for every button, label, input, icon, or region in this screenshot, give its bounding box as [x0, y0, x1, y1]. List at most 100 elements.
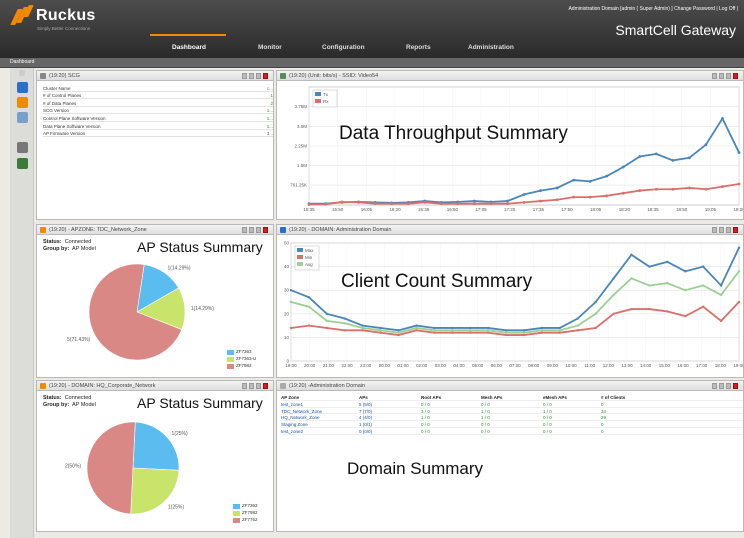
data-point [489, 202, 493, 206]
column-header[interactable]: Root APs [421, 395, 441, 400]
slice-label: 2(50%) [65, 463, 81, 469]
data-point [504, 331, 508, 334]
data-point [324, 202, 327, 206]
settings-icon[interactable] [726, 227, 731, 233]
settings-icon[interactable] [256, 227, 261, 233]
data-point [415, 329, 418, 332]
minimize-icon[interactable] [712, 383, 717, 389]
close-icon[interactable] [263, 227, 268, 233]
close-icon[interactable] [263, 73, 268, 79]
data-point [522, 329, 526, 332]
column-header[interactable]: Mesh APs [481, 395, 502, 400]
zone-link[interactable]: Staging Zone [281, 422, 308, 427]
column-header[interactable]: eMesh APs [543, 395, 567, 400]
minimize-icon[interactable] [242, 73, 247, 79]
zone-link[interactable]: HQ_Network_Zone [281, 415, 320, 420]
legend-swatch [233, 518, 240, 523]
panel-title-bar[interactable]: (19:20) -Administration Domain [277, 381, 743, 391]
data-point [522, 200, 526, 204]
info-value: 1... [266, 108, 273, 114]
minimize-icon[interactable] [242, 383, 247, 389]
data-point [572, 178, 576, 182]
column-header[interactable]: # of Clients [601, 395, 625, 400]
x-tick-label: 18:05 [590, 207, 602, 212]
data-point [737, 246, 741, 249]
column-header[interactable]: APs [359, 395, 368, 400]
settings-icon[interactable] [256, 73, 261, 79]
data-point [397, 331, 400, 334]
data-point [737, 270, 741, 273]
panel-title-bar[interactable]: (19:20) - APZONE: TDC_Network_Zone [37, 225, 273, 235]
status-value: Connected [64, 395, 92, 401]
refresh-icon[interactable] [719, 73, 724, 79]
zone-link[interactable]: test_zone1 [281, 402, 303, 407]
tab-configuration[interactable]: Configuration [322, 44, 365, 51]
refresh-icon[interactable] [719, 227, 724, 233]
legend-swatch [227, 364, 234, 369]
table-cell: 29 [601, 415, 607, 421]
data-point [486, 326, 490, 330]
chart-legend: Tx Rx [312, 89, 338, 108]
panel-title-bar[interactable]: (19:20) - DOMAIN: HQ_Corporate_Network [37, 381, 273, 391]
table-row[interactable]: TDC_Network_Zone 7 (7/0) 3 / 0 1 / 0 1 / 0 34 [281, 408, 743, 415]
settings-icon[interactable] [726, 383, 731, 389]
status-value: Connected [64, 239, 92, 245]
settings-icon[interactable] [256, 383, 261, 389]
data-point [506, 199, 509, 203]
chart-widget-icon[interactable] [17, 112, 28, 123]
column-header[interactable]: AP Zone [281, 395, 299, 400]
legend-item: ZF7982 [233, 510, 258, 517]
legend-item: ZF7363 [227, 349, 256, 356]
zone-link[interactable]: test_zone2 [281, 429, 303, 434]
table-cell: 1 (0/1) [359, 422, 373, 428]
minimize-icon[interactable] [712, 73, 717, 79]
panel-title-bar[interactable]: (19:20) (Unit: bits/s) - SSID: Video54 [277, 71, 743, 81]
data-point [307, 305, 311, 308]
client-count-panel: (19:20) - DOMAIN: Administration Domain … [276, 224, 744, 378]
ap-status-overlay-label: AP Status Summary [137, 239, 263, 255]
minimize-icon[interactable] [712, 227, 717, 233]
close-icon[interactable] [733, 227, 738, 233]
rss-widget-icon[interactable] [17, 97, 28, 108]
settings-icon[interactable] [726, 73, 731, 79]
refresh-icon[interactable] [249, 73, 254, 79]
zone-link[interactable]: TDC_Network_Zone [281, 409, 322, 414]
alarm-widget-icon[interactable] [17, 82, 28, 93]
refresh-icon[interactable] [719, 383, 724, 389]
tab-reports[interactable]: Reports [406, 44, 431, 51]
panel-title-bar[interactable]: (19:20) SCG [37, 71, 273, 81]
table-row[interactable]: Staging Zone 1 (0/1) 0 / 0 0 / 0 0 / 0 0 [281, 421, 743, 428]
data-point [522, 193, 526, 196]
data-point [719, 293, 723, 297]
refresh-icon[interactable] [249, 227, 254, 233]
monitor-widget-icon[interactable] [17, 158, 28, 169]
domain-table: AP Zone APs Root APs Mesh APs eMesh APs # of … [281, 394, 743, 435]
table-row[interactable]: test_zone1 5 (5/0) 0 / 0 0 / 0 0 / 0 0 [281, 401, 743, 408]
refresh-icon[interactable] [249, 383, 254, 389]
data-point [687, 186, 691, 190]
panel-title-bar[interactable]: (19:20) - DOMAIN: Administration Domain [277, 225, 743, 235]
x-tick-label: 16:20 [389, 207, 401, 212]
data-point [612, 277, 615, 280]
data-point [415, 326, 418, 330]
table-row[interactable]: HQ_Network_Zone 4 (4/0) 1 / 0 1 / 0 0 / 0 29 [281, 414, 743, 422]
table-row[interactable]: test_zone2 0 (0/0) 0 / 0 0 / 0 0 / 0 0 [281, 428, 743, 435]
info-row: # of Control Planes 1 [43, 92, 273, 100]
user-account-links[interactable]: Administration Domain [admin ( Super Adm… [568, 6, 738, 12]
tab-monitor[interactable]: Monitor [258, 44, 282, 51]
y-tick-label: 10 [284, 335, 290, 340]
close-icon[interactable] [733, 383, 738, 389]
data-point [469, 331, 472, 334]
tab-dashboard[interactable]: Dashboard [172, 44, 206, 51]
info-row: SCG Version 1... [43, 107, 273, 115]
data-point [390, 202, 394, 206]
server-widget-icon[interactable] [17, 142, 28, 153]
data-point [423, 200, 427, 204]
x-tick-label: 06:00 [491, 363, 503, 368]
close-icon[interactable] [733, 73, 738, 79]
tab-administration[interactable]: Administration [468, 44, 514, 51]
collapse-icon[interactable] [19, 70, 25, 76]
data-point [684, 270, 687, 273]
minimize-icon[interactable] [242, 227, 247, 233]
close-icon[interactable] [263, 383, 268, 389]
